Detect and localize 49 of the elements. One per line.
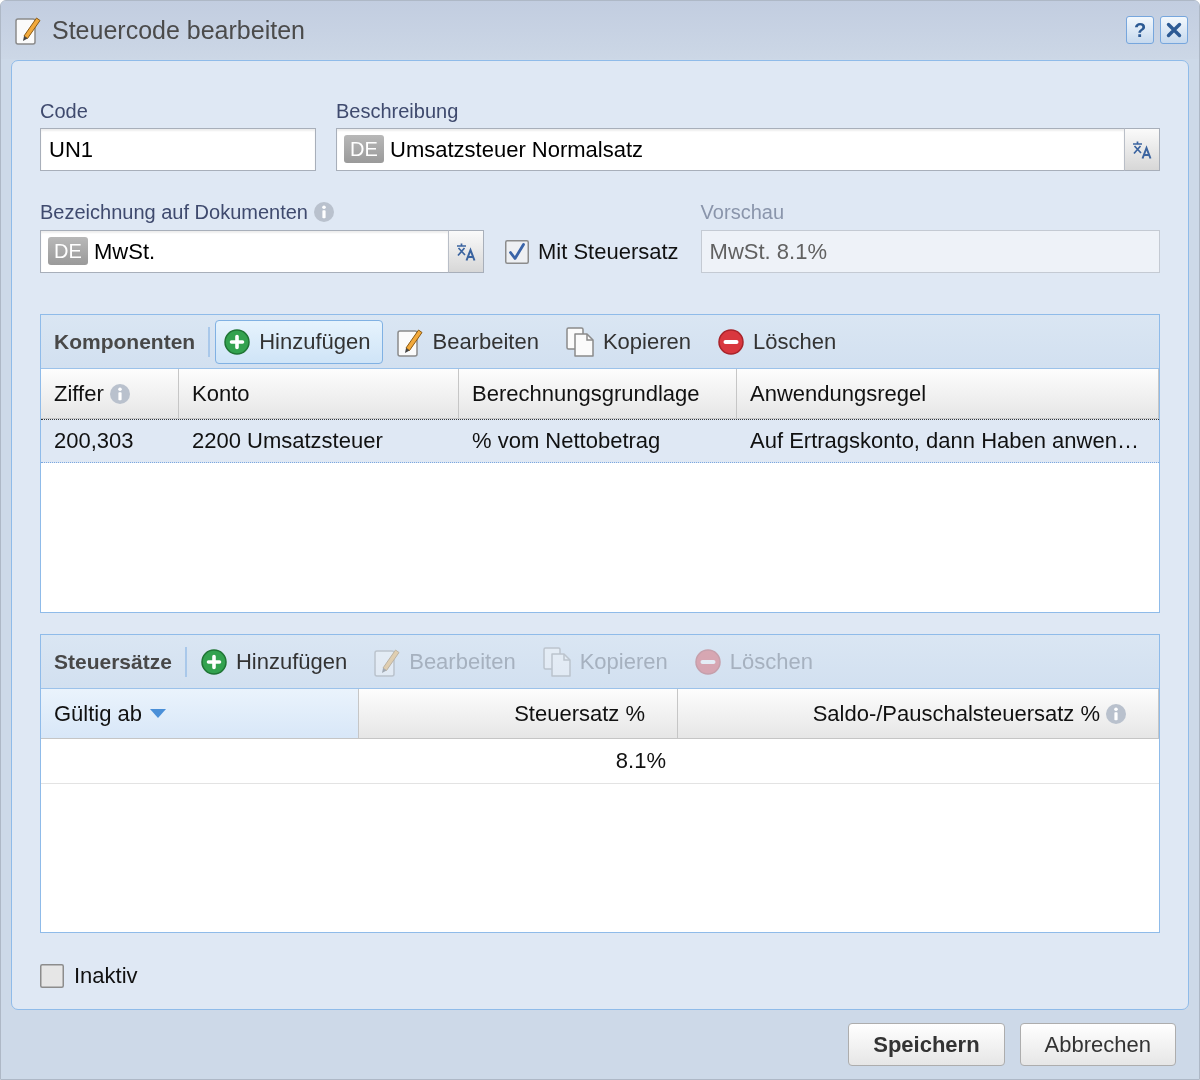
translate-button[interactable] (1124, 128, 1160, 171)
dialog-title: Steuercode bearbeiten (52, 15, 306, 45)
edit-button[interactable]: Bearbeiten (388, 319, 552, 364)
table-cell-text: % vom Nettobetrag (471, 427, 662, 455)
checkbox[interactable] (505, 239, 529, 264)
panel-title: Komponenten (54, 329, 196, 354)
table-cell-text: 2200 Umsatzsteuer (191, 427, 384, 455)
column-header[interactable]: Saldo-/Pauschalsteuersatz % (678, 689, 1159, 738)
copy-button[interactable]: Kopieren (556, 319, 704, 364)
cancel-button[interactable]: Abbrechen (1019, 1023, 1176, 1066)
language-tag: DE (344, 135, 384, 163)
delete-button[interactable]: Löschen (708, 319, 850, 364)
column-header[interactable]: Ziffer (41, 369, 179, 418)
close-icon[interactable] (1166, 22, 1182, 38)
caret-down-icon[interactable] (150, 709, 167, 718)
table-cell-text: 8.1% (614, 747, 667, 775)
field-label: Vorschau (700, 200, 784, 224)
save-button[interactable]: Speichern (848, 1023, 1005, 1066)
table-cell-text: Auf Ertragskonto, dann Haben anwen… (749, 427, 1140, 455)
checkbox-label: Inaktiv (74, 963, 138, 989)
code-field[interactable]: UN1 (40, 128, 316, 171)
column-header[interactable]: Konto (179, 369, 459, 418)
table-row[interactable]: 200,303 2200 Umsatzsteuer % vom Nettobetrag Auf Ertragskonto, dann Haben anwen… (41, 419, 1159, 463)
translate-button[interactable] (448, 230, 484, 273)
close-button[interactable] (1160, 16, 1188, 44)
add-button[interactable]: Hinzufügen (191, 639, 361, 684)
notepad-pencil-icon (15, 15, 41, 45)
panel-title: Steuersätze (54, 649, 172, 674)
field-label: Beschreibung (336, 99, 459, 123)
checkbox-label: Mit Steuersatz (538, 238, 679, 265)
column-header[interactable]: Anwendungsregel (737, 369, 1159, 418)
translate-icon[interactable] (456, 242, 476, 261)
language-tag: DE (48, 237, 88, 265)
column-header[interactable]: Berechnungsgrundlage (459, 369, 737, 418)
plus-icon[interactable] (224, 328, 251, 355)
checkbox[interactable] (40, 964, 64, 988)
column-header[interactable]: Steuersatz % (359, 689, 678, 738)
pencil-icon[interactable] (397, 326, 424, 357)
table-cell-text: 200,303 (53, 427, 135, 455)
documents-icon[interactable] (565, 326, 594, 357)
column-header[interactable]: Gültig ab (41, 689, 359, 738)
add-button[interactable]: Hinzufügen (215, 319, 384, 364)
field-label: Code (40, 99, 88, 123)
field-label: Bezeichnung auf Dokumenten (40, 200, 308, 224)
translate-icon[interactable] (1132, 140, 1152, 159)
minus-icon[interactable] (717, 328, 744, 355)
info-icon (313, 202, 334, 222)
plus-icon[interactable] (200, 648, 227, 675)
help-button[interactable]: ? (1126, 16, 1154, 44)
